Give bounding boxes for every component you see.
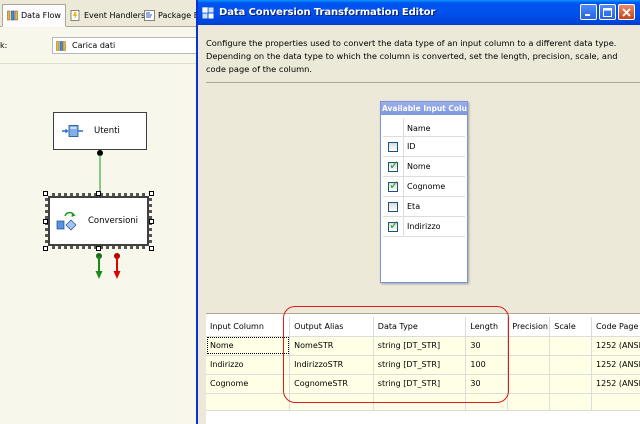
output-alias-cell[interactable]: IndirizzoSTR bbox=[289, 355, 374, 375]
table-row: Nome NomeSTR string [DT_STR] 30 1252 (AN… bbox=[206, 336, 640, 356]
data-conversion-editor-dialog: Data Conversion Transformation Editor Co… bbox=[196, 0, 640, 424]
name-column-header: Name bbox=[407, 123, 431, 133]
resize-handle[interactable] bbox=[43, 219, 48, 224]
close-button[interactable] bbox=[618, 4, 635, 20]
length-cell[interactable] bbox=[465, 393, 509, 411]
column-checkbox-nome[interactable] bbox=[388, 158, 399, 172]
close-icon bbox=[622, 7, 631, 17]
column-name: Indirizzo bbox=[407, 222, 441, 231]
table-row: Indirizzo IndirizzoSTR string [DT_STR] 1… bbox=[206, 355, 640, 375]
column-checkbox-eta[interactable] bbox=[388, 201, 398, 212]
maximize-button[interactable] bbox=[599, 4, 616, 20]
resize-handle[interactable] bbox=[149, 246, 154, 251]
column-name: ID bbox=[407, 142, 416, 151]
package-designer: Data Flow Event Handlers Package Ex k: bbox=[0, 0, 198, 424]
header-precision[interactable]: Precision bbox=[507, 317, 551, 337]
input-columns-pane: Available Input Colu... Name ID Nome Cog… bbox=[206, 82, 640, 300]
precision-cell[interactable] bbox=[507, 336, 551, 356]
conversion-icon bbox=[56, 211, 77, 231]
node-label: Conversioni bbox=[88, 216, 139, 226]
list-item: Indirizzo bbox=[383, 216, 465, 237]
column-name: Cognome bbox=[407, 182, 446, 191]
available-input-columns: Available Input Colu... Name ID Nome Cog… bbox=[380, 101, 468, 283]
grid-header-row: Input Column Output Alias Data Type Leng… bbox=[206, 317, 640, 337]
code-page-cell[interactable] bbox=[591, 393, 640, 411]
conversion-grid: Input Column Output Alias Data Type Leng… bbox=[206, 317, 640, 411]
column-checkbox-id[interactable] bbox=[388, 141, 398, 152]
output-alias-cell[interactable]: NomeSTR bbox=[289, 336, 374, 356]
output-alias-cell[interactable] bbox=[289, 393, 374, 411]
length-cell[interactable]: 30 bbox=[465, 336, 509, 356]
resize-handle[interactable] bbox=[43, 246, 48, 251]
minimize-button[interactable] bbox=[580, 4, 597, 20]
input-column-cell[interactable]: Cognome bbox=[206, 374, 291, 394]
scale-cell[interactable] bbox=[549, 393, 593, 411]
length-cell[interactable]: 100 bbox=[465, 355, 509, 375]
new-row bbox=[206, 393, 640, 411]
scale-cell[interactable] bbox=[549, 336, 593, 356]
minimize-icon bbox=[585, 13, 590, 16]
data-type-cell[interactable] bbox=[373, 393, 467, 411]
transform-node-conversioni[interactable]: Conversioni bbox=[48, 196, 149, 246]
input-column-cell[interactable] bbox=[206, 393, 291, 411]
resize-handle[interactable] bbox=[96, 191, 101, 196]
transformation-icon bbox=[202, 6, 214, 18]
dialog-description: Configure the properties used to convert… bbox=[206, 38, 618, 74]
column-name: Eta bbox=[407, 202, 421, 211]
list-item: Cognome bbox=[383, 176, 465, 197]
scale-cell[interactable] bbox=[549, 374, 593, 394]
precision-cell[interactable] bbox=[507, 393, 551, 411]
code-page-cell[interactable]: 1252 (ANSI bbox=[591, 355, 640, 375]
column-checkbox-indirizzo[interactable] bbox=[388, 218, 399, 232]
list-item: Nome bbox=[383, 156, 465, 177]
dialog-title: Data Conversion Transformation Editor bbox=[219, 7, 436, 18]
resize-handle[interactable] bbox=[43, 191, 48, 196]
precision-cell[interactable] bbox=[507, 355, 551, 375]
input-column-cell[interactable]: Indirizzo bbox=[206, 355, 291, 375]
data-type-cell[interactable]: string [DT_STR] bbox=[373, 336, 467, 356]
list-item: ID bbox=[383, 136, 465, 157]
data-type-cell[interactable]: string [DT_STR] bbox=[373, 355, 467, 375]
error-arrow[interactable] bbox=[113, 253, 121, 279]
output-alias-cell[interactable]: CognomeSTR bbox=[289, 374, 374, 394]
header-length[interactable]: Length bbox=[465, 317, 509, 337]
maximize-icon bbox=[603, 7, 612, 17]
data-type-cell[interactable]: string [DT_STR] bbox=[373, 374, 467, 394]
column-list-header: Name bbox=[383, 118, 465, 138]
header-code-page[interactable]: Code Page bbox=[591, 317, 640, 337]
scale-cell[interactable] bbox=[549, 355, 593, 375]
resize-handle[interactable] bbox=[149, 219, 154, 224]
header-data-type[interactable]: Data Type bbox=[373, 317, 467, 337]
resize-handle[interactable] bbox=[149, 191, 154, 196]
column-checkbox-cognome[interactable] bbox=[388, 178, 399, 192]
list-item: Eta bbox=[383, 196, 465, 217]
code-page-cell[interactable]: 1252 (ANSI bbox=[591, 374, 640, 394]
header-scale[interactable]: Scale bbox=[549, 317, 593, 337]
header-output-alias[interactable]: Output Alias bbox=[289, 317, 374, 337]
table-row: Cognome CognomeSTR string [DT_STR] 30 12… bbox=[206, 374, 640, 394]
column-name: Nome bbox=[407, 162, 431, 171]
column-list: Name ID Nome Cognome Eta bbox=[383, 118, 465, 237]
header-input-column[interactable]: Input Column bbox=[206, 317, 291, 337]
length-cell[interactable]: 30 bbox=[465, 374, 509, 394]
success-arrow[interactable] bbox=[95, 253, 103, 279]
resize-handle[interactable] bbox=[96, 246, 101, 251]
title-bar[interactable]: Data Conversion Transformation Editor bbox=[198, 0, 640, 25]
conversion-grid-pane: Input Column Output Alias Data Type Leng… bbox=[206, 313, 640, 424]
available-columns-header[interactable]: Available Input Colu... bbox=[381, 102, 467, 115]
precision-cell[interactable] bbox=[507, 374, 551, 394]
code-page-cell[interactable]: 1252 (ANSI bbox=[591, 336, 640, 356]
input-column-cell[interactable]: Nome bbox=[206, 336, 291, 356]
